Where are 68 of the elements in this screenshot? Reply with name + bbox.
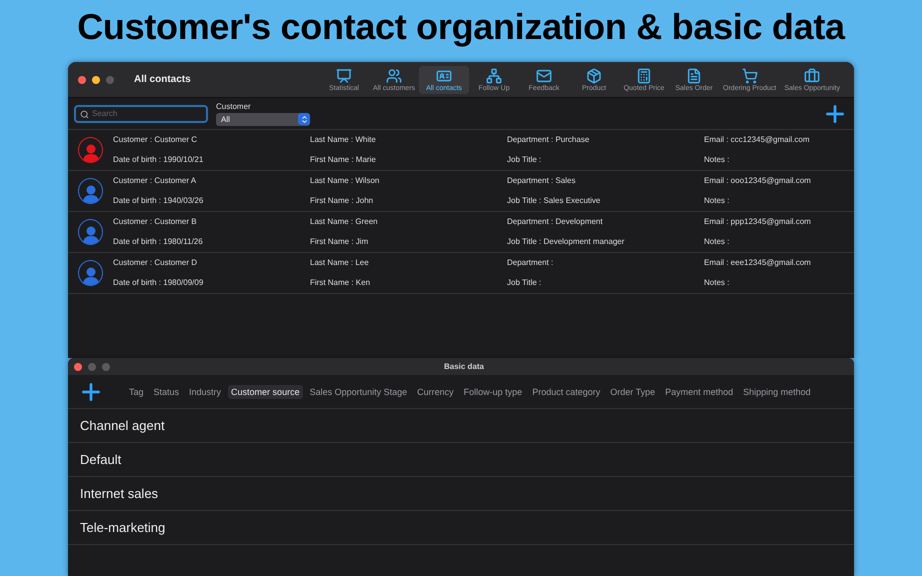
category-tab[interactable]: Industry xyxy=(186,384,224,398)
list-item[interactable]: Tele-marketing xyxy=(68,511,854,545)
contact-field: Last Name : Green xyxy=(310,212,507,232)
stepper-icon xyxy=(298,113,310,125)
window-title: All contacts xyxy=(134,74,192,85)
contact-field: First Name : Ken xyxy=(310,273,507,293)
category-tab[interactable]: Order Type xyxy=(607,384,658,398)
contact-field: Last Name : Lee xyxy=(310,253,507,273)
envelope-icon xyxy=(536,68,552,84)
contact-field: Notes : xyxy=(704,150,854,170)
category-tab[interactable]: Customer source xyxy=(228,384,303,398)
document-icon xyxy=(686,68,702,84)
contact-field: Customer : Customer B xyxy=(113,212,310,232)
contact-field: Last Name : Wilson xyxy=(310,171,507,191)
contact-field: Department : xyxy=(507,253,704,273)
close-icon[interactable] xyxy=(74,362,82,370)
network-icon xyxy=(486,68,502,84)
search-icon xyxy=(80,110,89,118)
search-field[interactable]: Search xyxy=(74,104,208,122)
contact-field: Job Title : Development manager xyxy=(507,232,704,252)
close-icon[interactable] xyxy=(78,76,86,84)
category-tab[interactable]: Shipping method xyxy=(740,384,814,398)
category-tab[interactable]: Status xyxy=(150,384,182,398)
category-tab[interactable]: Currency xyxy=(414,384,457,398)
contact-field: Email : ccc12345@gmail.com xyxy=(704,130,854,150)
contact-field: Department : Purchase xyxy=(507,130,704,150)
contact-field: Job Title : xyxy=(507,150,704,170)
contact-field: Customer : Customer A xyxy=(113,171,310,191)
contact-field: Customer : Customer D xyxy=(113,253,310,273)
contact-field: Department : Sales xyxy=(507,171,704,191)
filter-label: Customer xyxy=(216,102,252,110)
contact-field: First Name : Marie xyxy=(310,150,507,170)
list-item[interactable]: Channel agent xyxy=(68,409,854,443)
customer-dropdown[interactable]: All xyxy=(216,112,310,126)
contact-field: Last Name : White xyxy=(310,130,507,150)
category-tab[interactable]: Payment method xyxy=(662,384,736,398)
calculator-icon xyxy=(636,68,652,84)
id-card-icon xyxy=(436,68,452,84)
cart-icon xyxy=(742,68,758,84)
contact-field: Customer : Customer C xyxy=(113,130,310,150)
category-tab[interactable]: Follow-up type xyxy=(460,384,526,398)
category-tab[interactable]: Sales Opportunity Stage xyxy=(306,384,410,398)
contact-field: Email : eee12345@gmail.com xyxy=(704,253,854,273)
contact-field: Email : ooo12345@gmail.com xyxy=(704,171,854,191)
contact-field: Notes : xyxy=(704,191,854,211)
list-item[interactable]: Internet sales xyxy=(68,477,854,511)
briefcase-icon xyxy=(804,68,820,84)
contact-field: Email : ppp12345@gmail.com xyxy=(704,212,854,232)
contact-field: First Name : John xyxy=(310,191,507,211)
contact-field: Notes : xyxy=(704,232,854,252)
contact-field: Job Title : xyxy=(507,273,704,293)
contact-field: First Name : Jim xyxy=(310,232,507,252)
presentation-icon xyxy=(336,68,352,84)
window-title: Basic data xyxy=(444,362,486,371)
contact-field: Date of birth : 1990/10/21 xyxy=(113,150,310,170)
contact-field: Department : Development xyxy=(507,212,704,232)
category-tab[interactable]: Tag xyxy=(126,384,147,398)
users-icon xyxy=(386,68,402,84)
minimize-icon[interactable] xyxy=(92,76,100,84)
contact-field: Job Title : Sales Executive xyxy=(507,191,704,211)
list-item[interactable]: Default xyxy=(68,443,854,477)
contact-field: Notes : xyxy=(704,273,854,293)
contact-field: Date of birth : 1940/03/26 xyxy=(113,191,310,211)
category-tab[interactable]: Product category xyxy=(529,384,604,398)
contact-field: Date of birth : 1980/09/09 xyxy=(113,273,310,293)
headline: Customer's contact organization & basic data xyxy=(77,5,845,49)
box-icon xyxy=(586,68,602,84)
contact-field: Date of birth : 1980/11/26 xyxy=(113,232,310,252)
